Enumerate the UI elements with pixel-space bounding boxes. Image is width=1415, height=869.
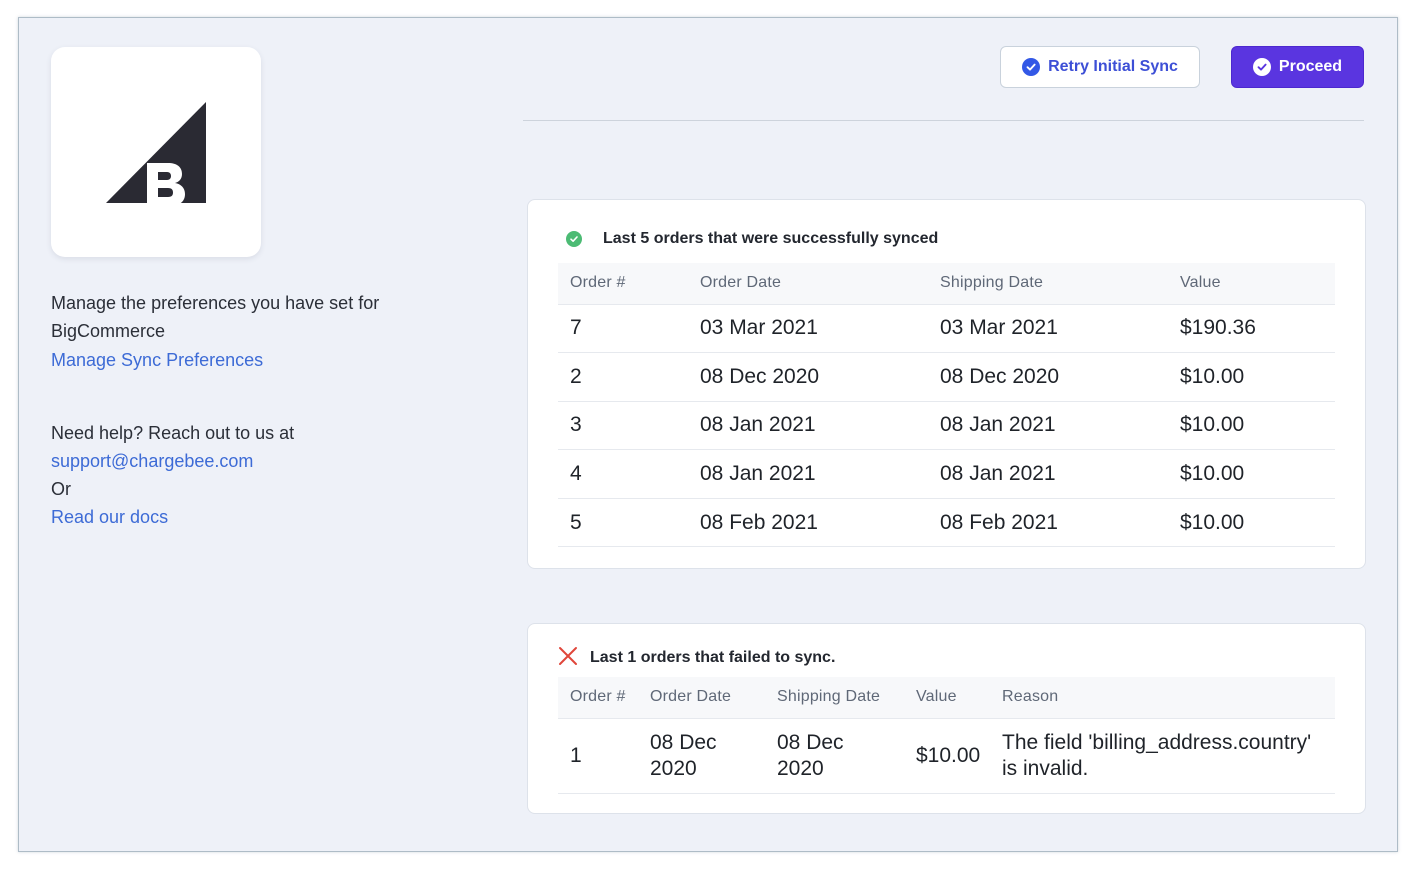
header-divider — [523, 120, 1364, 121]
failed-orders-table: Order # Order Date Shipping Date Value R… — [558, 677, 1335, 794]
order-number-cell: 4 — [558, 449, 688, 499]
app-frame: Manage the preferences you have set for … — [18, 17, 1398, 852]
check-circle-icon — [1252, 58, 1271, 76]
order-number-cell: 3 — [558, 401, 688, 451]
value-cell: $10.00 — [1168, 352, 1335, 402]
table-row: 7 03 Mar 2021 03 Mar 2021 $190.36 — [558, 304, 1335, 354]
table-row: 2 08 Dec 2020 08 Dec 2020 $10.00 — [558, 352, 1335, 402]
column-header: Shipping Date — [928, 263, 1168, 305]
value-cell: $190.36 — [1168, 304, 1335, 354]
order-number-cell: 1 — [558, 718, 638, 794]
shipping-date-cell: 08 Feb 2021 — [928, 498, 1168, 548]
failed-orders-card: Last 1 orders that failed to sync. Order… — [527, 623, 1366, 814]
synced-orders-card: Last 5 orders that were successfully syn… — [527, 199, 1366, 569]
column-header: Order # — [558, 677, 638, 719]
support-email-link[interactable]: support@chargebee.com — [51, 447, 253, 475]
value-cell: $10.00 — [1168, 449, 1335, 499]
order-date-cell: 08 Jan 2021 — [688, 401, 928, 451]
order-number-cell: 5 — [558, 498, 688, 548]
proceed-label: Proceed — [1278, 58, 1343, 75]
column-header: Shipping Date — [765, 677, 904, 719]
reason-cell: The field 'billing_address.country' is i… — [990, 718, 1335, 794]
read-docs-link[interactable]: Read our docs — [51, 503, 168, 531]
column-header: Reason — [990, 677, 1335, 719]
shipping-date-cell: 08 Dec 2020 — [928, 352, 1168, 402]
manage-sync-preferences-link[interactable]: Manage Sync Preferences — [51, 350, 263, 371]
column-header: Order Date — [688, 263, 928, 305]
table-row: 1 08 Dec 2020 08 Dec 2020 $10.00 The fie… — [558, 718, 1335, 794]
synced-orders-title: Last 5 orders that were successfully syn… — [566, 228, 938, 250]
prefs-description: Manage the preferences you have set for … — [51, 293, 380, 341]
bigcommerce-logo-icon — [106, 102, 206, 206]
proceed-button[interactable]: Proceed — [1231, 46, 1364, 88]
table-header-row: Order # Order Date Shipping Date Value — [558, 263, 1335, 305]
check-circle-icon — [566, 231, 582, 247]
value-cell: $10.00 — [1168, 401, 1335, 451]
order-number-cell: 7 — [558, 304, 688, 354]
shipping-date-cell: 08 Jan 2021 — [928, 449, 1168, 499]
shipping-date-cell: 08 Dec 2020 — [765, 718, 904, 794]
order-date-cell: 08 Dec 2020 — [638, 718, 765, 794]
value-cell: $10.00 — [904, 718, 990, 794]
bigcommerce-logo-card — [51, 47, 261, 257]
retry-label: Retry Initial Sync — [1048, 58, 1178, 75]
order-date-cell: 03 Mar 2021 — [688, 304, 928, 354]
synced-orders-table: Order # Order Date Shipping Date Value 7… — [558, 263, 1335, 548]
help-or-text: Or — [51, 479, 71, 499]
shipping-date-cell: 03 Mar 2021 — [928, 304, 1168, 354]
failed-orders-title-text: Last 1 orders that failed to sync. — [590, 649, 836, 666]
order-date-cell: 08 Feb 2021 — [688, 498, 928, 548]
order-number-cell: 2 — [558, 352, 688, 402]
table-header-row: Order # Order Date Shipping Date Value R… — [558, 677, 1335, 719]
value-cell: $10.00 — [1168, 498, 1335, 548]
check-circle-icon — [1022, 58, 1041, 76]
synced-orders-title-text: Last 5 orders that were successfully syn… — [603, 230, 939, 247]
help-text: Need help? Reach out to us at — [51, 423, 295, 443]
column-header: Order Date — [638, 677, 765, 719]
table-row: 5 08 Feb 2021 08 Feb 2021 $10.00 — [558, 498, 1335, 548]
table-row: 4 08 Jan 2021 08 Jan 2021 $10.00 — [558, 449, 1335, 499]
column-header: Order # — [558, 263, 688, 305]
column-header: Value — [904, 677, 990, 719]
table-row: 3 08 Jan 2021 08 Jan 2021 $10.00 — [558, 401, 1335, 451]
shipping-date-cell: 08 Jan 2021 — [928, 401, 1168, 451]
column-header: Value — [1168, 263, 1335, 305]
order-date-cell: 08 Jan 2021 — [688, 449, 928, 499]
order-date-cell: 08 Dec 2020 — [688, 352, 928, 402]
failed-orders-title: Last 1 orders that failed to sync. — [558, 646, 835, 670]
retry-initial-sync-button[interactable]: Retry Initial Sync — [1000, 46, 1200, 88]
x-icon — [558, 646, 578, 671]
